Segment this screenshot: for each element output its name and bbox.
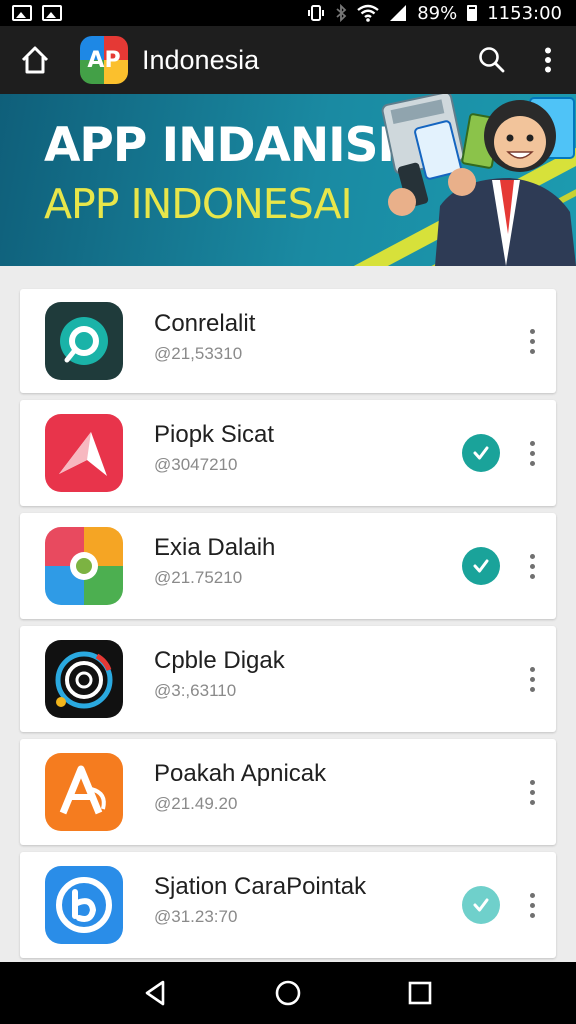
image-notification-icon bbox=[42, 5, 62, 21]
search-button[interactable] bbox=[464, 26, 520, 94]
app-name: Sjation CaraPointak bbox=[154, 873, 367, 900]
signal-icon bbox=[390, 5, 407, 21]
app-list: Conrelalit @21,53310 Piopk Sicat @3047210 Ex… bbox=[20, 289, 556, 965]
app-id: @21.49.20 bbox=[154, 794, 238, 813]
banner-headline: APP INDANISIA bbox=[44, 118, 430, 173]
home-icon bbox=[21, 46, 49, 74]
app-list-item[interactable]: Cpble Digak @3:,63110 bbox=[20, 626, 556, 732]
app-id: @3047210 bbox=[154, 455, 238, 474]
more-vert-icon bbox=[545, 47, 551, 73]
app-id: @21.75210 bbox=[154, 568, 243, 587]
app-name: Conrelalit bbox=[154, 310, 256, 337]
app-name: Cpble Digak bbox=[154, 647, 285, 674]
app-name: Piopk Sicat bbox=[154, 421, 275, 448]
app-icon[interactable] bbox=[45, 866, 123, 944]
app-list-item[interactable]: Conrelalit @21,53310 bbox=[20, 289, 556, 393]
back-icon[interactable] bbox=[141, 978, 171, 1008]
installed-check-icon bbox=[462, 886, 500, 924]
banner-subheadline: APP INDONESAI bbox=[44, 180, 353, 228]
app-list-item[interactable]: Poakah Apnicak @21.49.20 bbox=[20, 739, 556, 845]
app-icon[interactable] bbox=[45, 414, 123, 492]
overflow-menu-button[interactable] bbox=[520, 26, 576, 94]
home-button[interactable] bbox=[0, 26, 70, 94]
item-more-vert-icon[interactable] bbox=[522, 546, 542, 586]
page-title: Indonesia bbox=[142, 44, 260, 75]
app-logo: AP bbox=[80, 36, 128, 84]
item-more-vert-icon[interactable] bbox=[522, 659, 542, 699]
app-id: @3:,63110 bbox=[154, 681, 237, 700]
app-list-item[interactable]: Piopk Sicat @3047210 bbox=[20, 400, 556, 506]
app-list-item[interactable]: Exia Dalaih @21.75210 bbox=[20, 513, 556, 619]
app-icon[interactable] bbox=[45, 640, 123, 718]
app-bar: AP Indonesia bbox=[0, 26, 576, 94]
search-icon bbox=[479, 47, 505, 73]
app-name: Exia Dalaih bbox=[154, 534, 276, 561]
app-name: Poakah Apnicak bbox=[154, 760, 327, 787]
app-id: @31.23:70 bbox=[154, 907, 238, 926]
installed-check-icon bbox=[462, 547, 500, 585]
app-icon[interactable] bbox=[45, 527, 123, 605]
battery-icon bbox=[467, 5, 478, 21]
item-more-vert-icon[interactable] bbox=[522, 321, 542, 361]
item-more-vert-icon[interactable] bbox=[522, 433, 542, 473]
installed-check-icon bbox=[462, 434, 500, 472]
app-icon[interactable] bbox=[45, 753, 123, 831]
banner-character-illustration bbox=[381, 94, 576, 266]
item-more-vert-icon[interactable] bbox=[522, 885, 542, 925]
app-id: @21,53310 bbox=[154, 344, 243, 363]
recents-icon[interactable] bbox=[405, 978, 435, 1008]
bluetooth-icon bbox=[336, 4, 347, 22]
battery-percent: 89% bbox=[417, 2, 458, 24]
wifi-icon bbox=[357, 4, 379, 22]
app-icon[interactable] bbox=[45, 302, 123, 380]
status-bar: 89% 1153:00 bbox=[0, 0, 576, 26]
promo-banner[interactable]: APP INDANISIA APP INDONESAI bbox=[0, 94, 576, 266]
app-list-item[interactable]: Sjation CaraPointak @31.23:70 bbox=[20, 852, 556, 958]
home-circle-icon[interactable] bbox=[273, 978, 303, 1008]
clock: 1153:00 bbox=[487, 2, 562, 24]
item-more-vert-icon[interactable] bbox=[522, 772, 542, 812]
gallery-notification-icon bbox=[12, 5, 32, 21]
vibrate-icon bbox=[308, 5, 325, 21]
system-nav-bar bbox=[0, 962, 576, 1024]
